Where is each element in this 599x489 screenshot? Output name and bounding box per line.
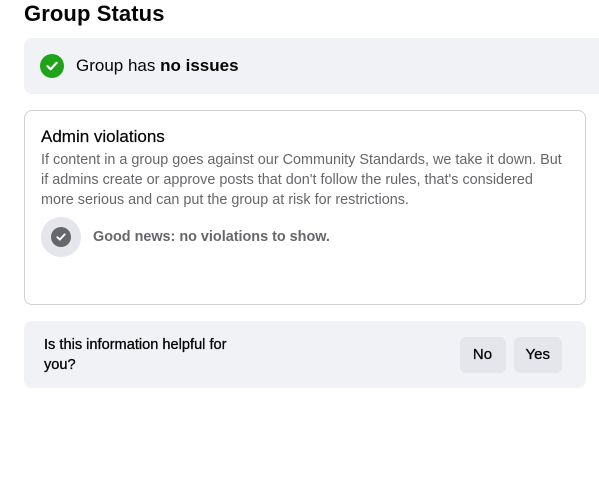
feedback-bar: Is this information helpful for you? No … xyxy=(24,321,586,388)
good-news-row: Good news: no violations to show. xyxy=(41,217,569,257)
green-check-icon xyxy=(40,54,64,78)
good-news-text: Good news: no violations to show. xyxy=(93,229,330,245)
group-status-page: Group Status Group has no issues Admin v… xyxy=(0,0,599,489)
page-title: Group Status xyxy=(24,1,165,26)
status-prefix: Group has xyxy=(76,56,161,75)
admin-violations-card: Admin violations If content in a group g… xyxy=(24,110,586,305)
admin-violations-description: If content in a group goes against our C… xyxy=(41,152,562,208)
grey-check-icon xyxy=(41,217,81,257)
status-banner: Group has no issues xyxy=(24,38,599,94)
feedback-question: Is this information helpful for you? xyxy=(44,336,227,373)
feedback-buttons: No Yes xyxy=(459,336,562,373)
status-text: Group has no issues xyxy=(76,56,239,76)
no-button[interactable]: No xyxy=(459,336,506,373)
yes-button[interactable]: Yes xyxy=(513,336,562,373)
admin-violations-title: Admin violations xyxy=(41,127,165,146)
status-emphasis: no issues xyxy=(160,56,239,75)
